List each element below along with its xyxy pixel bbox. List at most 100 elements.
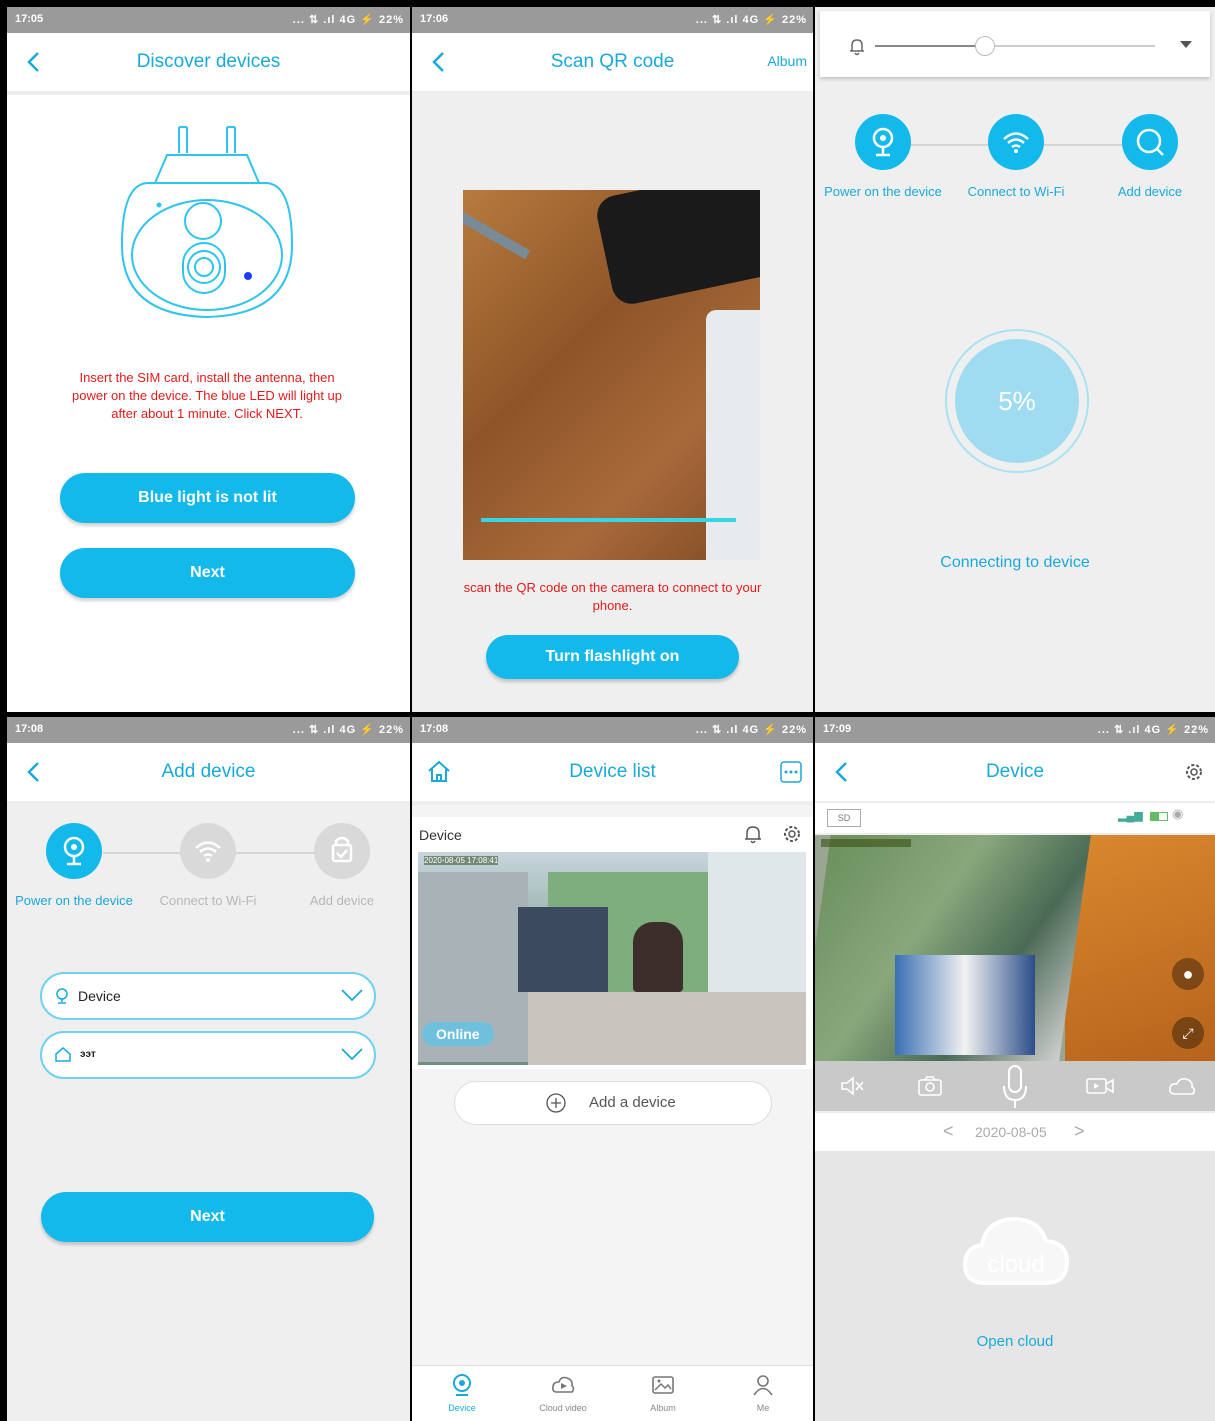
add-device-screen: 17:08 ... ⇅ .ıl 4G ⚡ 22% Add device Powe… <box>7 717 410 1421</box>
room-select-value: ээт <box>80 1049 96 1060</box>
cloud-promo: cloud Open cloud <box>815 1151 1215 1421</box>
status-indicators: ... ⇅ .ıl 4G ⚡ 22% <box>695 724 807 736</box>
add-device-label: Add a device <box>589 1094 676 1111</box>
page-title: Discover devices <box>136 51 281 72</box>
tab-cloud-video[interactable]: Cloud video <box>523 1372 603 1413</box>
eye-icon[interactable]: ◉ <box>1172 806 1183 822</box>
discover-screen: 17:05 ... ⇅ .ıl 4G ⚡ 22% Discover device… <box>7 7 410 712</box>
step-label-add: Add device <box>309 893 375 908</box>
room-select[interactable]: ээт <box>40 1031 376 1079</box>
volume-slider[interactable] <box>875 36 1155 56</box>
camera-illustration-icon <box>120 126 294 319</box>
battery-icon <box>1150 812 1168 821</box>
record-video-icon[interactable] <box>1085 1074 1115 1098</box>
app-bar: Scan QR code Album <box>412 33 813 95</box>
person-icon <box>753 1375 773 1396</box>
tab-label: Device <box>448 1403 476 1413</box>
step-connector <box>1043 144 1123 146</box>
online-badge: Online <box>422 1022 494 1046</box>
add-device-button[interactable]: Add a device <box>454 1081 772 1125</box>
app-bar: Discover devices <box>7 33 410 95</box>
album-icon <box>652 1376 674 1394</box>
mute-icon[interactable] <box>839 1074 865 1098</box>
status-time: 17:08 <box>15 723 44 735</box>
volume-thumb[interactable] <box>975 36 996 56</box>
status-time: 17:09 <box>823 723 852 735</box>
settings-gear-icon[interactable] <box>781 823 803 845</box>
status-indicators: ... ⇅ .ıl 4G ⚡ 22% <box>292 14 404 26</box>
alarm-bell-icon[interactable] <box>742 823 764 845</box>
app-bar: Device <box>815 743 1215 805</box>
flashlight-button[interactable]: Turn flashlight on <box>486 635 739 679</box>
device-select-value: Device <box>78 988 121 1004</box>
preview-desk-image <box>528 992 806 1065</box>
app-bar: Device list <box>412 743 813 805</box>
tab-album[interactable]: Album <box>623 1372 703 1413</box>
camera-viewfinder <box>463 190 760 560</box>
next-button[interactable]: Next <box>60 548 355 598</box>
volume-fill <box>875 45 985 47</box>
page-title: Device <box>985 761 1045 782</box>
status-bar: 17:06 ... ⇅ .ıl 4G ⚡ 22% <box>412 7 813 33</box>
cloud-icon[interactable] <box>1167 1074 1197 1098</box>
device-select[interactable]: Device <box>40 972 376 1020</box>
sd-quality-toggle[interactable]: SD <box>827 809 861 827</box>
chevron-down-icon <box>341 989 363 1002</box>
chevron-down-icon[interactable] <box>1180 41 1192 48</box>
status-bar: 17:08 ... ⇅ .ıl 4G ⚡ 22% <box>7 717 410 743</box>
cloud-video-icon <box>552 1376 575 1393</box>
microphone-icon[interactable] <box>1001 1064 1029 1110</box>
progress-ring: 5% <box>945 329 1089 473</box>
video-info-bar: SD ▂▄▆ ◉ <box>815 803 1215 833</box>
step-wifi-icon <box>988 114 1044 170</box>
step-power-icon <box>46 823 102 879</box>
step-connector <box>910 144 990 146</box>
tab-device[interactable]: Device <box>422 1372 502 1413</box>
connecting-screen: Power on the device Connect to Wi-Fi Add… <box>815 7 1215 712</box>
progress-circle: 5% <box>955 339 1079 463</box>
live-video[interactable]: ● ⤢ <box>815 835 1215 1061</box>
status-bar: 17:05 ... ⇅ .ıl 4G ⚡ 22% <box>7 7 410 33</box>
settings-gear-icon[interactable] <box>1183 761 1205 783</box>
album-link[interactable]: Album <box>767 53 807 69</box>
open-cloud-link[interactable]: Open cloud <box>815 1333 1215 1350</box>
step-label-power: Power on the device <box>15 893 133 908</box>
device-card[interactable]: Device 2020-08-05 17:08:41 Online <box>412 817 813 1069</box>
step-label-wifi: Connect to Wi-Fi <box>967 184 1065 199</box>
plus-circle-icon <box>546 1093 566 1113</box>
connecting-status-text: Connecting to device <box>940 554 1090 571</box>
blue-light-not-lit-button[interactable]: Blue light is not lit <box>60 473 355 523</box>
status-bar: 17:08 ... ⇅ .ıl 4G ⚡ 22% <box>412 717 813 743</box>
snapshot-icon[interactable] <box>917 1074 943 1098</box>
page-title: Scan QR code <box>550 51 675 72</box>
step-add-device-icon <box>314 823 370 879</box>
volume-popup <box>820 11 1210 77</box>
date-selector: < 2020-08-05 > <box>815 1113 1215 1151</box>
tab-me[interactable]: Me <box>723 1372 803 1413</box>
previous-day-icon[interactable]: < <box>943 1121 954 1142</box>
light-bulb-button[interactable]: ● <box>1172 958 1204 990</box>
tab-label: Album <box>650 1403 676 1413</box>
menu-icon[interactable] <box>779 760 803 784</box>
video-timestamp <box>821 839 911 847</box>
camera-preview[interactable]: 2020-08-05 17:08:41 Online <box>418 852 806 1065</box>
preview-timestamp: 2020-08-05 17:08:41 <box>424 856 499 865</box>
fullscreen-button[interactable]: ⤢ <box>1172 1017 1204 1049</box>
page-title: Add device <box>161 761 256 782</box>
next-day-icon[interactable]: > <box>1074 1121 1085 1142</box>
device-tab-icon <box>453 1374 471 1396</box>
phone-object-image <box>593 190 760 308</box>
tab-label: Cloud video <box>539 1403 587 1413</box>
status-indicators: ... ⇅ .ıl 4G ⚡ 22% <box>695 14 807 26</box>
house-icon <box>55 1047 71 1062</box>
status-time: 17:05 <box>15 13 44 25</box>
preview-person-image <box>633 922 683 992</box>
step-label-power: Power on the device <box>824 184 942 199</box>
next-button[interactable]: Next <box>41 1192 374 1242</box>
camera-icon <box>56 988 68 1004</box>
step-connector <box>235 852 315 854</box>
status-indicators: ... ⇅ .ıl 4G ⚡ 22% <box>292 724 404 736</box>
step-wifi-icon <box>180 823 236 879</box>
status-time: 17:08 <box>420 723 449 735</box>
status-time: 17:06 <box>420 13 449 25</box>
